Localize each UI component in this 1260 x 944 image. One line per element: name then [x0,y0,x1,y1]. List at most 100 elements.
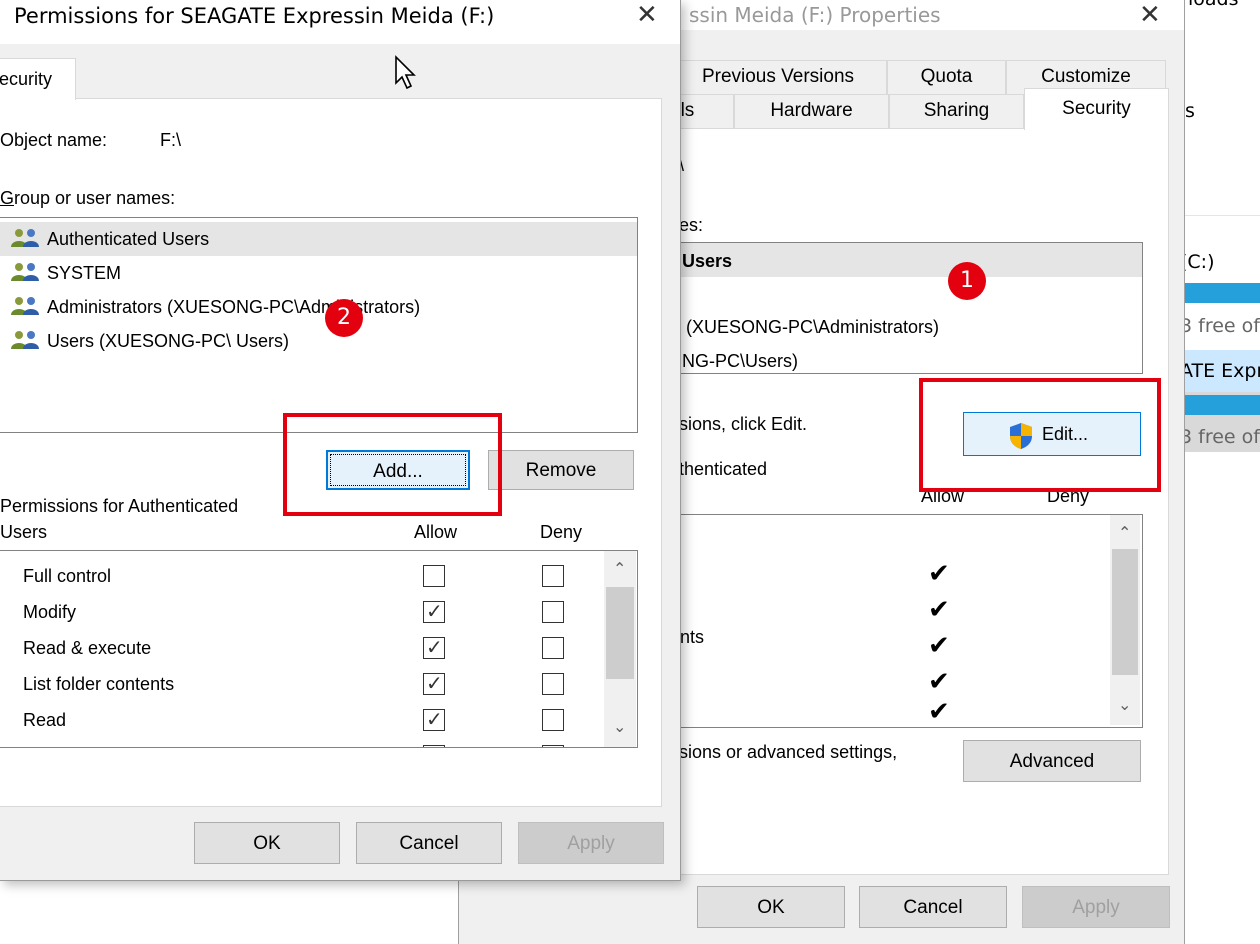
allow-check-icon: ✔ [928,631,950,661]
tab-hardware[interactable]: Hardware [734,94,889,130]
apply-button[interactable]: Apply [518,822,664,864]
explorer-window: loads s [1180,0,1260,944]
allow-checkbox[interactable] [423,565,445,587]
ok-label: OK [757,897,785,918]
permission-name: Full control [23,566,112,586]
permission-row: Read & execute [0,635,599,665]
deny-checkbox[interactable] [542,709,564,731]
deny-checkbox[interactable] [542,565,564,587]
allow-check-icon: ✔ [928,697,950,727]
users-icon [11,229,39,247]
chevron-down-icon[interactable]: ⌄ [1118,695,1131,714]
deny-checkbox[interactable] [542,673,564,695]
permission-name: Modify [23,602,77,622]
advanced-button[interactable]: Advanced [963,740,1141,782]
edit-highlight-box [919,378,1161,492]
scrollbar[interactable]: ⌃ ⌄ [604,551,636,747]
allow-check-icon: ✔ [928,595,950,625]
properties-apply-button[interactable]: Apply [1022,886,1170,928]
permission-row: Read [0,707,599,737]
permissions-for-label-user: Users [0,522,48,542]
allow-checkbox[interactable] [423,707,445,731]
tab-security[interactable]: ecurity [0,58,76,100]
remove-button-label: Remove [525,460,597,481]
allow-check-icon: ✔ [928,559,950,589]
object-name-label: Object name: [0,130,108,150]
perm-fragment: nts [680,627,705,647]
list-item[interactable]: (XUESONG-PC\Administrators) [686,317,939,338]
tab-security[interactable]: Security [1024,88,1169,130]
apply-label: Apply [1072,897,1120,918]
list-item[interactable]: SYSTEM [47,263,121,284]
ok-button[interactable]: OK [194,822,340,864]
selected-row-bg [670,243,1142,277]
list-item[interactable]: Users (XUESONG-PC\ Users) [47,331,289,352]
cancel-button[interactable]: Cancel [356,822,502,864]
group-label-text: roup or user names: [14,188,176,208]
chevron-up-icon[interactable]: ⌃ [1118,523,1131,542]
drive-f-label[interactable]: ATE Expr [1180,360,1260,382]
allow-checkbox[interactable] [423,599,445,623]
list-item[interactable]: Authenticated Users [47,229,209,250]
partial-checkbox[interactable] [542,745,564,747]
cancel-label: Cancel [903,897,963,918]
scrollbar[interactable]: ⌃ ⌄ [1110,515,1140,725]
properties-close-icon[interactable]: ✕ [1139,2,1161,28]
scrollbar-thumb[interactable] [1112,549,1138,675]
users-icon [11,331,39,349]
advanced-button-label: Advanced [1009,751,1095,772]
add-highlight-box [283,413,502,516]
chevron-up-icon[interactable]: ⌃ [613,559,626,578]
drive-c-label[interactable]: (C:) [1180,251,1215,273]
properties-title: ssin Meida (F:) Properties [689,3,941,27]
edit-hint: sions, click Edit. [679,414,808,434]
deny-checkbox[interactable] [542,601,564,623]
annotation-badge-2: 2 [325,299,363,337]
list-item[interactable]: NG-PC\Users) [682,351,798,372]
scrollbar-thumb[interactable] [606,587,634,679]
tab-quota[interactable]: Quota [887,60,1006,96]
explorer-header-text: loads [1188,0,1239,10]
deny-header: Deny [540,522,583,542]
apply-label: Apply [567,833,615,854]
allow-checkbox[interactable] [423,635,445,659]
permissions-title: Permissions for SEAGATE Expressin Meida … [14,4,495,28]
permissions-close-icon[interactable]: ✕ [636,2,658,28]
users-list[interactable]: Authenticated Users SYSTEM Administrator… [0,217,638,433]
group-label: Group or user names: [0,188,176,208]
remove-button[interactable]: Remove [488,450,634,490]
advanced-hint: sions or advanced settings, [679,742,898,762]
deny-checkbox[interactable] [542,637,564,659]
drive-c-usage-bar [1182,283,1260,303]
list-item[interactable]: Users [682,251,732,272]
allow-check-icon: ✔ [928,667,950,697]
permissions-list: Full control Modify Read & execute List fol… [0,550,638,748]
perm-for-fragment: thenticated [679,459,768,479]
permission-name: List folder contents [23,674,175,694]
drive-c-free: 3 free of [1180,315,1260,337]
ok-label: OK [253,833,281,854]
list-item[interactable]: Administrators (XUESONG-PC\Administrator… [47,297,420,318]
cancel-label: Cancel [399,833,459,854]
permission-row: List folder contents [0,671,599,701]
mouse-cursor-icon [395,55,416,90]
annotation-badge-1: 1 [948,262,986,300]
properties-users-list[interactable]: Users (XUESONG-PC\Administrators) NG-PC\… [669,242,1143,374]
allow-checkbox[interactable] [423,671,445,695]
tab-sharing[interactable]: Sharing [889,94,1024,130]
drive-f-usage-bar [1182,395,1260,415]
users-icon [11,297,39,315]
permission-name: Read & execute [23,638,152,658]
drive-f-free: 3 free of [1180,426,1260,448]
object-name-value: F:\ [160,130,181,150]
tab-previous-versions[interactable]: Previous Versions [669,60,887,96]
permissions-for-label: Permissions for Authenticated [0,496,239,516]
partial-checkbox[interactable] [423,745,445,747]
users-icon [11,263,39,281]
permission-row: Modify [0,599,599,629]
chevron-down-icon[interactable]: ⌄ [613,717,626,736]
properties-ok-button[interactable]: OK [697,886,845,928]
properties-cancel-button[interactable]: Cancel [859,886,1007,928]
permission-name: Read [23,710,67,730]
explorer-fragment: s [1185,100,1195,122]
